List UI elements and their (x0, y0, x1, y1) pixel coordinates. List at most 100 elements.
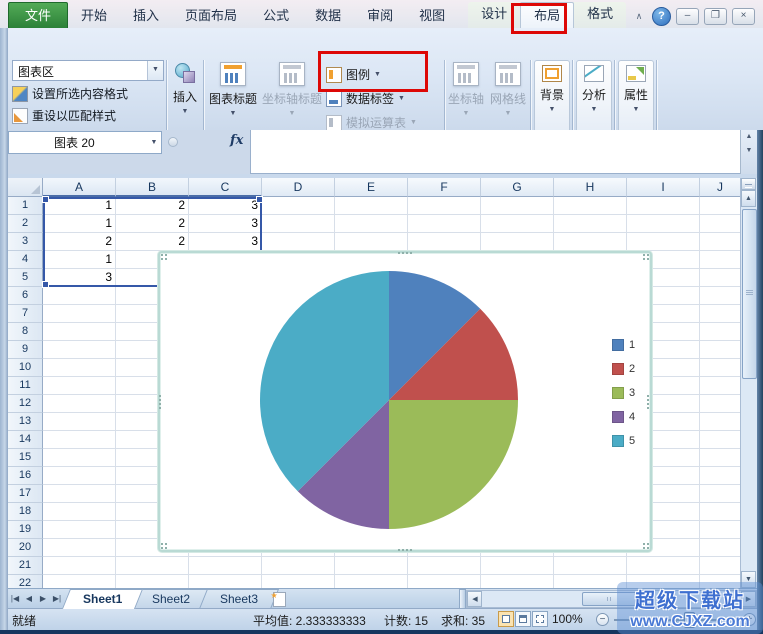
row-header-14[interactable]: 14 (8, 431, 43, 449)
cell-B1[interactable]: 2 (116, 197, 189, 215)
cell-A6[interactable] (43, 287, 116, 305)
pie-chart-object[interactable]: 1 2 3 4 5 (158, 251, 652, 552)
row-header-9[interactable]: 9 (8, 341, 43, 359)
cell-A8[interactable] (43, 323, 116, 341)
cell-C21[interactable] (189, 557, 262, 575)
resize-handle-left[interactable] (159, 394, 161, 397)
insert-worksheet-icon[interactable] (269, 589, 291, 609)
sheet-tab-sheet1[interactable]: Sheet1 (61, 589, 144, 609)
cell-A1[interactable]: 1 (43, 197, 116, 215)
legend-item-1[interactable]: 1 (612, 338, 635, 351)
scroll-up-icon[interactable]: ▲ (741, 190, 756, 207)
cell-J7[interactable] (700, 305, 741, 323)
tab-file[interactable]: 文件 (8, 2, 69, 28)
column-header-I[interactable]: I (627, 178, 700, 197)
tab-format[interactable]: 格式 (574, 2, 626, 26)
sheet-tab-sheet3[interactable]: Sheet3 (199, 589, 280, 609)
cell-B2[interactable]: 2 (116, 215, 189, 233)
collapse-ribbon-icon[interactable]: ∧ (631, 11, 647, 23)
row-header-16[interactable]: 16 (8, 467, 43, 485)
cell-A17[interactable] (43, 485, 116, 503)
cell-H2[interactable] (554, 215, 627, 233)
cell-A4[interactable]: 1 (43, 251, 116, 269)
cell-I1[interactable] (627, 197, 700, 215)
fx-icon[interactable]: fx (230, 133, 243, 148)
cell-C22[interactable] (189, 575, 262, 588)
cell-J21[interactable] (700, 557, 741, 575)
cell-D22[interactable] (262, 575, 335, 588)
cell-J9[interactable] (700, 341, 741, 359)
formula-bar-scroll[interactable]: ▲ ▼ (740, 130, 757, 174)
normal-view-button[interactable] (498, 611, 514, 627)
row-header-7[interactable]: 7 (8, 305, 43, 323)
row-header-10[interactable]: 10 (8, 359, 43, 377)
resize-handle-top-left[interactable] (161, 254, 163, 256)
chart-legend[interactable]: 1 2 3 4 5 (612, 338, 635, 459)
row-header-1[interactable]: 1 (8, 197, 43, 215)
row-header-8[interactable]: 8 (8, 323, 43, 341)
row-header-22[interactable]: 22 (8, 575, 43, 588)
cell-J5[interactable] (700, 269, 741, 287)
legend-item-4[interactable]: 4 (612, 410, 635, 423)
cell-J2[interactable] (700, 215, 741, 233)
tab-review[interactable]: 审阅 (354, 4, 406, 28)
column-header-F[interactable]: F (408, 178, 481, 197)
cell-A5[interactable]: 3 (43, 269, 116, 287)
row-header-4[interactable]: 4 (8, 251, 43, 269)
cell-J14[interactable] (700, 431, 741, 449)
row-header-20[interactable]: 20 (8, 539, 43, 557)
cell-J19[interactable] (700, 521, 741, 539)
cell-J6[interactable] (700, 287, 741, 305)
cell-D1[interactable] (262, 197, 335, 215)
cell-H21[interactable] (554, 557, 627, 575)
cell-B3[interactable]: 2 (116, 233, 189, 251)
legend-item-3[interactable]: 3 (612, 386, 635, 399)
zoom-out-icon[interactable]: − (596, 613, 609, 626)
column-header-G[interactable]: G (481, 178, 554, 197)
cell-E1[interactable] (335, 197, 408, 215)
prev-sheet-icon[interactable]: ◀ (22, 589, 36, 609)
cell-C3[interactable]: 3 (189, 233, 262, 251)
resize-handle-bottom[interactable] (398, 549, 400, 551)
cell-J11[interactable] (700, 377, 741, 395)
vertical-scroll-thumb[interactable] (742, 209, 757, 379)
cell-C2[interactable]: 3 (189, 215, 262, 233)
data-labels-button[interactable]: 数据标签 ▼ (326, 88, 405, 109)
cell-A2[interactable]: 1 (43, 215, 116, 233)
insert-button[interactable]: 插入 ▼ (168, 60, 202, 134)
cell-J12[interactable] (700, 395, 741, 413)
cell-I2[interactable] (627, 215, 700, 233)
row-header-3[interactable]: 3 (8, 233, 43, 251)
cell-B22[interactable] (116, 575, 189, 588)
cell-A20[interactable] (43, 539, 116, 557)
expand-formula-bar-icon[interactable]: ▼ (741, 144, 757, 158)
cell-F21[interactable] (408, 557, 481, 575)
cell-J17[interactable] (700, 485, 741, 503)
cell-J8[interactable] (700, 323, 741, 341)
chevron-down-icon[interactable]: ▼ (147, 139, 161, 146)
cell-G3[interactable] (481, 233, 554, 251)
legend-item-5[interactable]: 5 (612, 434, 635, 447)
resize-handle-top[interactable] (398, 252, 400, 254)
cell-J4[interactable] (700, 251, 741, 269)
row-header-2[interactable]: 2 (8, 215, 43, 233)
row-header-15[interactable]: 15 (8, 449, 43, 467)
cell-E3[interactable] (335, 233, 408, 251)
cell-E2[interactable] (335, 215, 408, 233)
legend-item-2[interactable]: 2 (612, 362, 635, 375)
tab-formulas[interactable]: 公式 (250, 4, 302, 28)
column-header-J[interactable]: J (700, 178, 741, 197)
pie-slice-3[interactable] (389, 400, 518, 529)
cell-A3[interactable]: 2 (43, 233, 116, 251)
cell-J13[interactable] (700, 413, 741, 431)
restore-button[interactable]: ❐ (704, 8, 727, 25)
cell-H22[interactable] (554, 575, 627, 588)
formula-input[interactable] (250, 130, 742, 174)
cell-C1[interactable]: 3 (189, 197, 262, 215)
cell-I3[interactable] (627, 233, 700, 251)
column-header-E[interactable]: E (335, 178, 408, 197)
page-break-view-button[interactable] (532, 611, 548, 627)
cell-A18[interactable] (43, 503, 116, 521)
row-header-19[interactable]: 19 (8, 521, 43, 539)
name-box[interactable]: 图表 20 ▼ (8, 131, 162, 154)
